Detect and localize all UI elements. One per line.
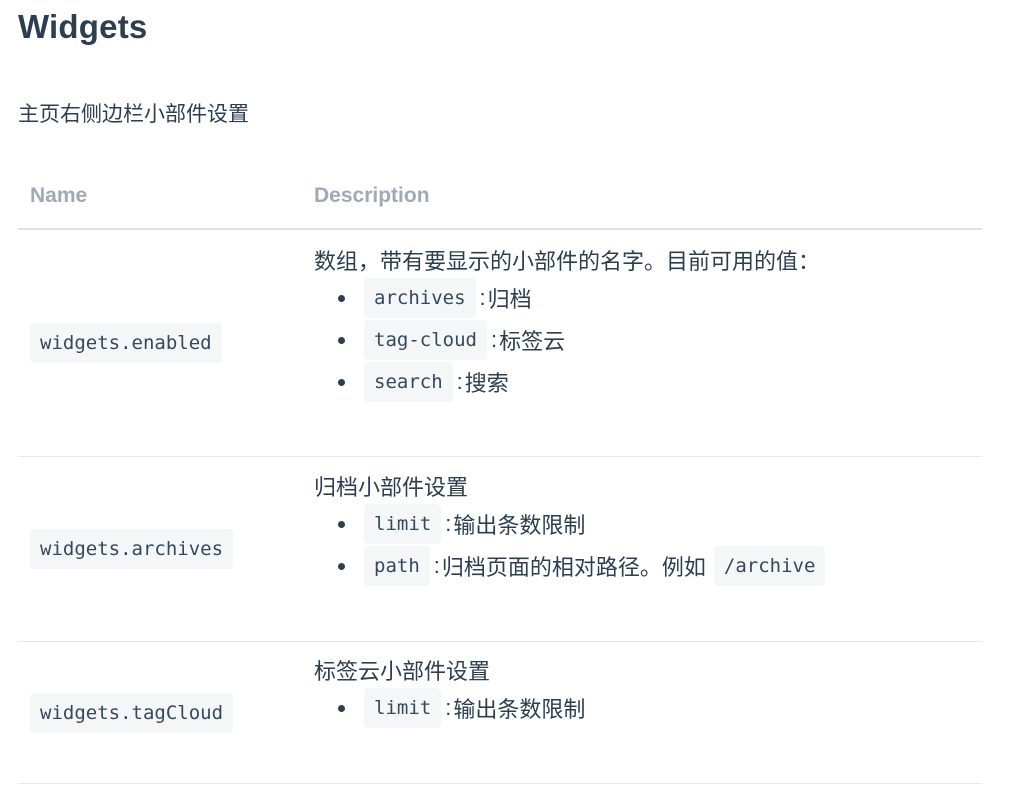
value-list: archives: 归档 tag-cloud: 标签云 search: 搜索: [314, 277, 982, 403]
name-cell: widgets.archives: [30, 457, 234, 641]
example-path-code: /archive: [713, 546, 826, 586]
name-cell: widgets.enabled: [30, 230, 222, 456]
option-name-code: widgets.archives: [30, 529, 234, 569]
config-table: Name Description widgets.enabled 数组，带有要显…: [18, 168, 982, 784]
description-text: 数组，带有要显示的小部件的名字。目前可用的值：: [314, 249, 821, 274]
list-item: limit: 输出条数限制: [314, 503, 982, 545]
value-text: 输出条数限制: [453, 513, 586, 538]
list-item: limit: 输出条数限制: [314, 687, 982, 729]
page: Widgets 主页右侧边栏小部件设置 Name Description wid…: [0, 0, 1024, 810]
value-text: 归档页面的相对路径。例如: [441, 555, 706, 580]
table-row: widgets.archives 归档小部件设置 limit: 输出条数限制 pa…: [18, 457, 982, 642]
colon-separator: :: [490, 327, 498, 352]
option-name-code: widgets.enabled: [30, 323, 222, 363]
description-cell: 标签云小部件设置 limit: 输出条数限制: [314, 642, 982, 729]
value-text: 归档: [487, 287, 532, 312]
value-text: 搜索: [464, 371, 509, 396]
table-row: widgets.tagCloud 标签云小部件设置 limit: 输出条数限制: [18, 642, 982, 784]
page-title: Widgets: [18, 8, 148, 45]
description-text: 归档小部件设置: [314, 475, 469, 500]
value-code: archives: [364, 278, 476, 318]
value-text: 输出条数限制: [453, 697, 586, 722]
colon-separator: :: [456, 369, 463, 394]
value-code: path: [364, 546, 430, 586]
option-name-code: widgets.tagCloud: [30, 692, 234, 733]
description-cell: 归档小部件设置 limit: 输出条数限制 path: 归档页面的相对路径。例如/a…: [314, 457, 982, 587]
header-description: Description: [314, 184, 430, 207]
value-code: limit: [364, 504, 442, 544]
description-text: 标签云小部件设置: [314, 659, 491, 684]
list-item: tag-cloud: 标签云: [314, 319, 982, 361]
description-cell: 数组，带有要显示的小部件的名字。目前可用的值： archives: 归档 tag-…: [314, 230, 982, 403]
colon-separator: :: [433, 553, 440, 578]
list-item: archives: 归档: [314, 277, 982, 319]
table-row: widgets.enabled 数组，带有要显示的小部件的名字。目前可用的值： …: [18, 230, 982, 457]
value-list: limit: 输出条数限制 path: 归档页面的相对路径。例如/archive: [314, 503, 982, 587]
value-code: limit: [364, 688, 442, 728]
value-text: 标签云: [499, 329, 566, 354]
name-cell: widgets.tagCloud: [30, 642, 234, 783]
value-code: search: [364, 362, 453, 402]
colon-separator: :: [445, 695, 452, 720]
list-item: search: 搜索: [314, 361, 982, 403]
table-header: Name Description: [18, 168, 982, 230]
colon-separator: :: [479, 285, 486, 310]
header-name: Name: [30, 184, 88, 207]
colon-separator: :: [445, 511, 452, 536]
value-code: tag-cloud: [364, 320, 487, 360]
value-list: limit: 输出条数限制: [314, 687, 982, 729]
list-item: path: 归档页面的相对路径。例如/archive: [314, 545, 982, 587]
page-subtitle: 主页右侧边栏小部件设置: [18, 103, 249, 126]
